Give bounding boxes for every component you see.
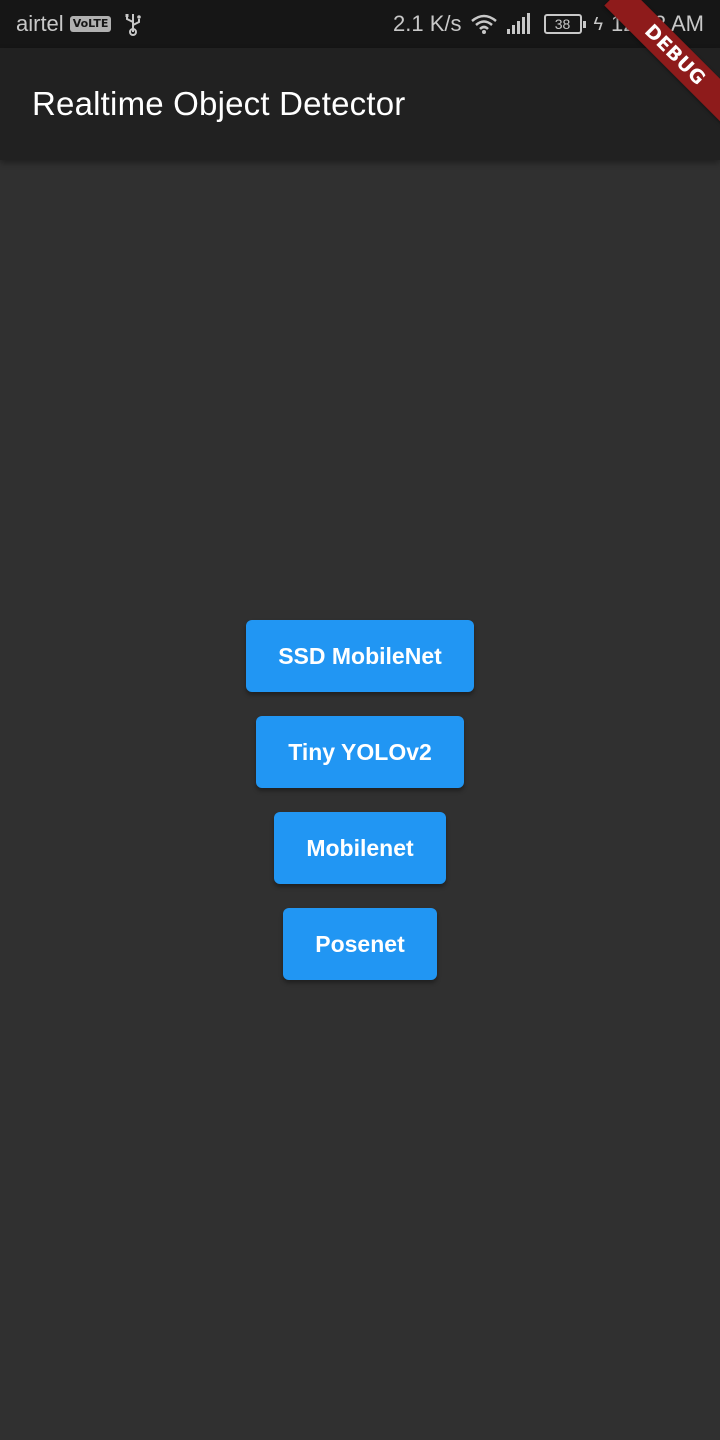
signal-icon xyxy=(506,13,532,35)
usb-icon xyxy=(123,12,143,36)
status-left: airtel VoLTE xyxy=(16,11,143,37)
battery-icon: 38 xyxy=(543,14,586,34)
network-speed: 2.1 K/s xyxy=(393,11,462,36)
mobilenet-button[interactable]: Mobilenet xyxy=(274,812,446,884)
charging-icon: ϟ xyxy=(593,13,604,34)
app-bar: Realtime Object Detector xyxy=(0,48,720,160)
posenet-button[interactable]: Posenet xyxy=(283,908,437,980)
tiny-yolov2-button[interactable]: Tiny YOLOv2 xyxy=(256,716,464,788)
model-selection-area: SSD MobileNet Tiny YOLOv2 Mobilenet Pose… xyxy=(0,160,720,1440)
page-title: Realtime Object Detector xyxy=(32,85,406,122)
wifi-icon xyxy=(470,13,498,35)
volte-badge: VoLTE xyxy=(69,16,112,32)
carrier-name: airtel xyxy=(16,11,64,36)
ssd-mobilenet-button[interactable]: SSD MobileNet xyxy=(246,620,474,692)
